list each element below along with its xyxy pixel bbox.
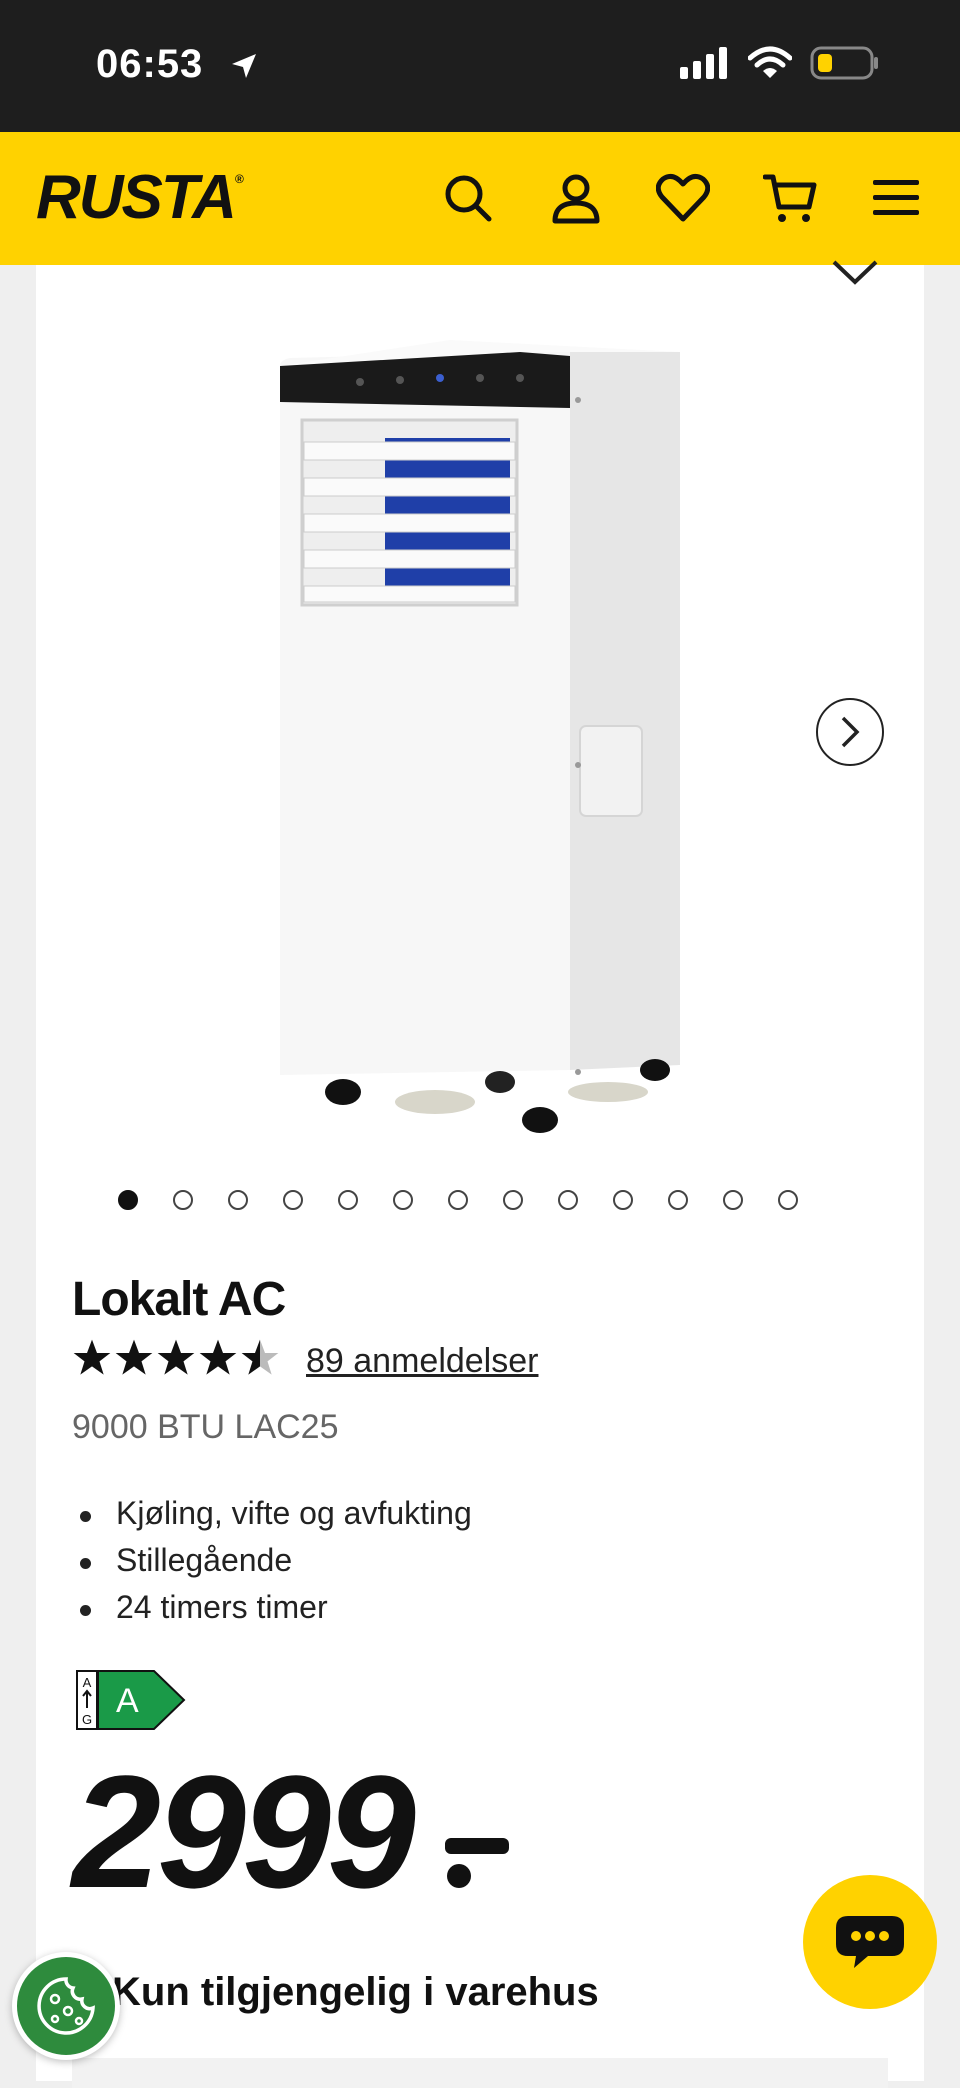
carousel-dot[interactable] bbox=[558, 1190, 578, 1210]
search-icon bbox=[445, 175, 492, 222]
status-time: 06:53 bbox=[96, 42, 204, 86]
location-arrow-icon bbox=[232, 54, 256, 78]
svg-text:G: G bbox=[82, 1712, 92, 1727]
chevron-down-icon[interactable] bbox=[832, 258, 878, 286]
chat-bubble-icon bbox=[836, 1916, 904, 1968]
carousel-dot[interactable] bbox=[668, 1190, 688, 1210]
menu-button[interactable] bbox=[868, 170, 924, 226]
signal-icon bbox=[680, 47, 727, 79]
cookie-settings-button[interactable] bbox=[12, 1952, 120, 2060]
star-icon bbox=[115, 1339, 153, 1375]
star-icon bbox=[199, 1339, 237, 1375]
chat-button[interactable] bbox=[803, 1875, 937, 2009]
product-subtitle: 9000 BTU LAC25 bbox=[72, 1408, 339, 1446]
star-icon bbox=[73, 1339, 111, 1375]
feature-item: Kjøling, vifte og avfukting bbox=[72, 1495, 472, 1542]
product-image[interactable] bbox=[250, 330, 720, 1150]
carousel-dot[interactable] bbox=[393, 1190, 413, 1210]
search-button[interactable] bbox=[440, 170, 496, 226]
cart-icon bbox=[763, 174, 817, 222]
price-dash bbox=[445, 1838, 509, 1854]
wishlist-button[interactable] bbox=[655, 170, 711, 226]
carousel-dot[interactable] bbox=[503, 1190, 523, 1210]
energy-class-text: A bbox=[116, 1682, 139, 1720]
hamburger-menu-icon bbox=[873, 180, 919, 215]
rusta-logo[interactable]: RUSTA® bbox=[36, 162, 244, 233]
star-icon bbox=[157, 1339, 195, 1375]
wifi-icon bbox=[748, 46, 792, 78]
price-dot bbox=[447, 1864, 471, 1888]
feature-list: Kjøling, vifte og avfukting Stillegående… bbox=[72, 1495, 472, 1636]
user-icon bbox=[552, 174, 600, 224]
svg-text:A: A bbox=[83, 1675, 92, 1690]
product-title: Lokalt AC bbox=[72, 1273, 286, 1326]
bottom-panel bbox=[72, 2058, 888, 2088]
battery-icon bbox=[810, 46, 878, 80]
carousel-next-button[interactable] bbox=[816, 698, 884, 766]
carousel-dot[interactable] bbox=[778, 1190, 798, 1210]
half-star-icon bbox=[241, 1339, 279, 1375]
cart-button[interactable] bbox=[762, 170, 818, 226]
site-header: RUSTA® bbox=[0, 132, 960, 265]
energy-label-badge[interactable]: A G A bbox=[76, 1670, 186, 1730]
feature-item: Stillegående bbox=[72, 1542, 472, 1589]
heart-icon bbox=[656, 173, 710, 222]
carousel-dot[interactable] bbox=[283, 1190, 303, 1210]
product-price: 2999 bbox=[72, 1742, 416, 1921]
status-bar: 06:53 bbox=[0, 0, 960, 132]
carousel-dot[interactable] bbox=[173, 1190, 193, 1210]
carousel-dot[interactable] bbox=[448, 1190, 468, 1210]
carousel-dot[interactable] bbox=[338, 1190, 358, 1210]
carousel-dot[interactable] bbox=[723, 1190, 743, 1210]
carousel-dot[interactable] bbox=[118, 1190, 138, 1210]
account-button[interactable] bbox=[548, 170, 604, 226]
carousel-dot[interactable] bbox=[228, 1190, 248, 1210]
feature-item: 24 timers timer bbox=[72, 1589, 472, 1636]
carousel-dots bbox=[118, 1190, 798, 1210]
reviews-link[interactable]: 89 anmeldelser bbox=[306, 1342, 538, 1381]
cookie-icon bbox=[37, 1977, 95, 2035]
availability-text: Kun tilgjengelig i varehus bbox=[112, 1970, 599, 2014]
rating-stars bbox=[72, 1338, 280, 1378]
chevron-right-icon bbox=[841, 716, 860, 748]
carousel-dot[interactable] bbox=[613, 1190, 633, 1210]
